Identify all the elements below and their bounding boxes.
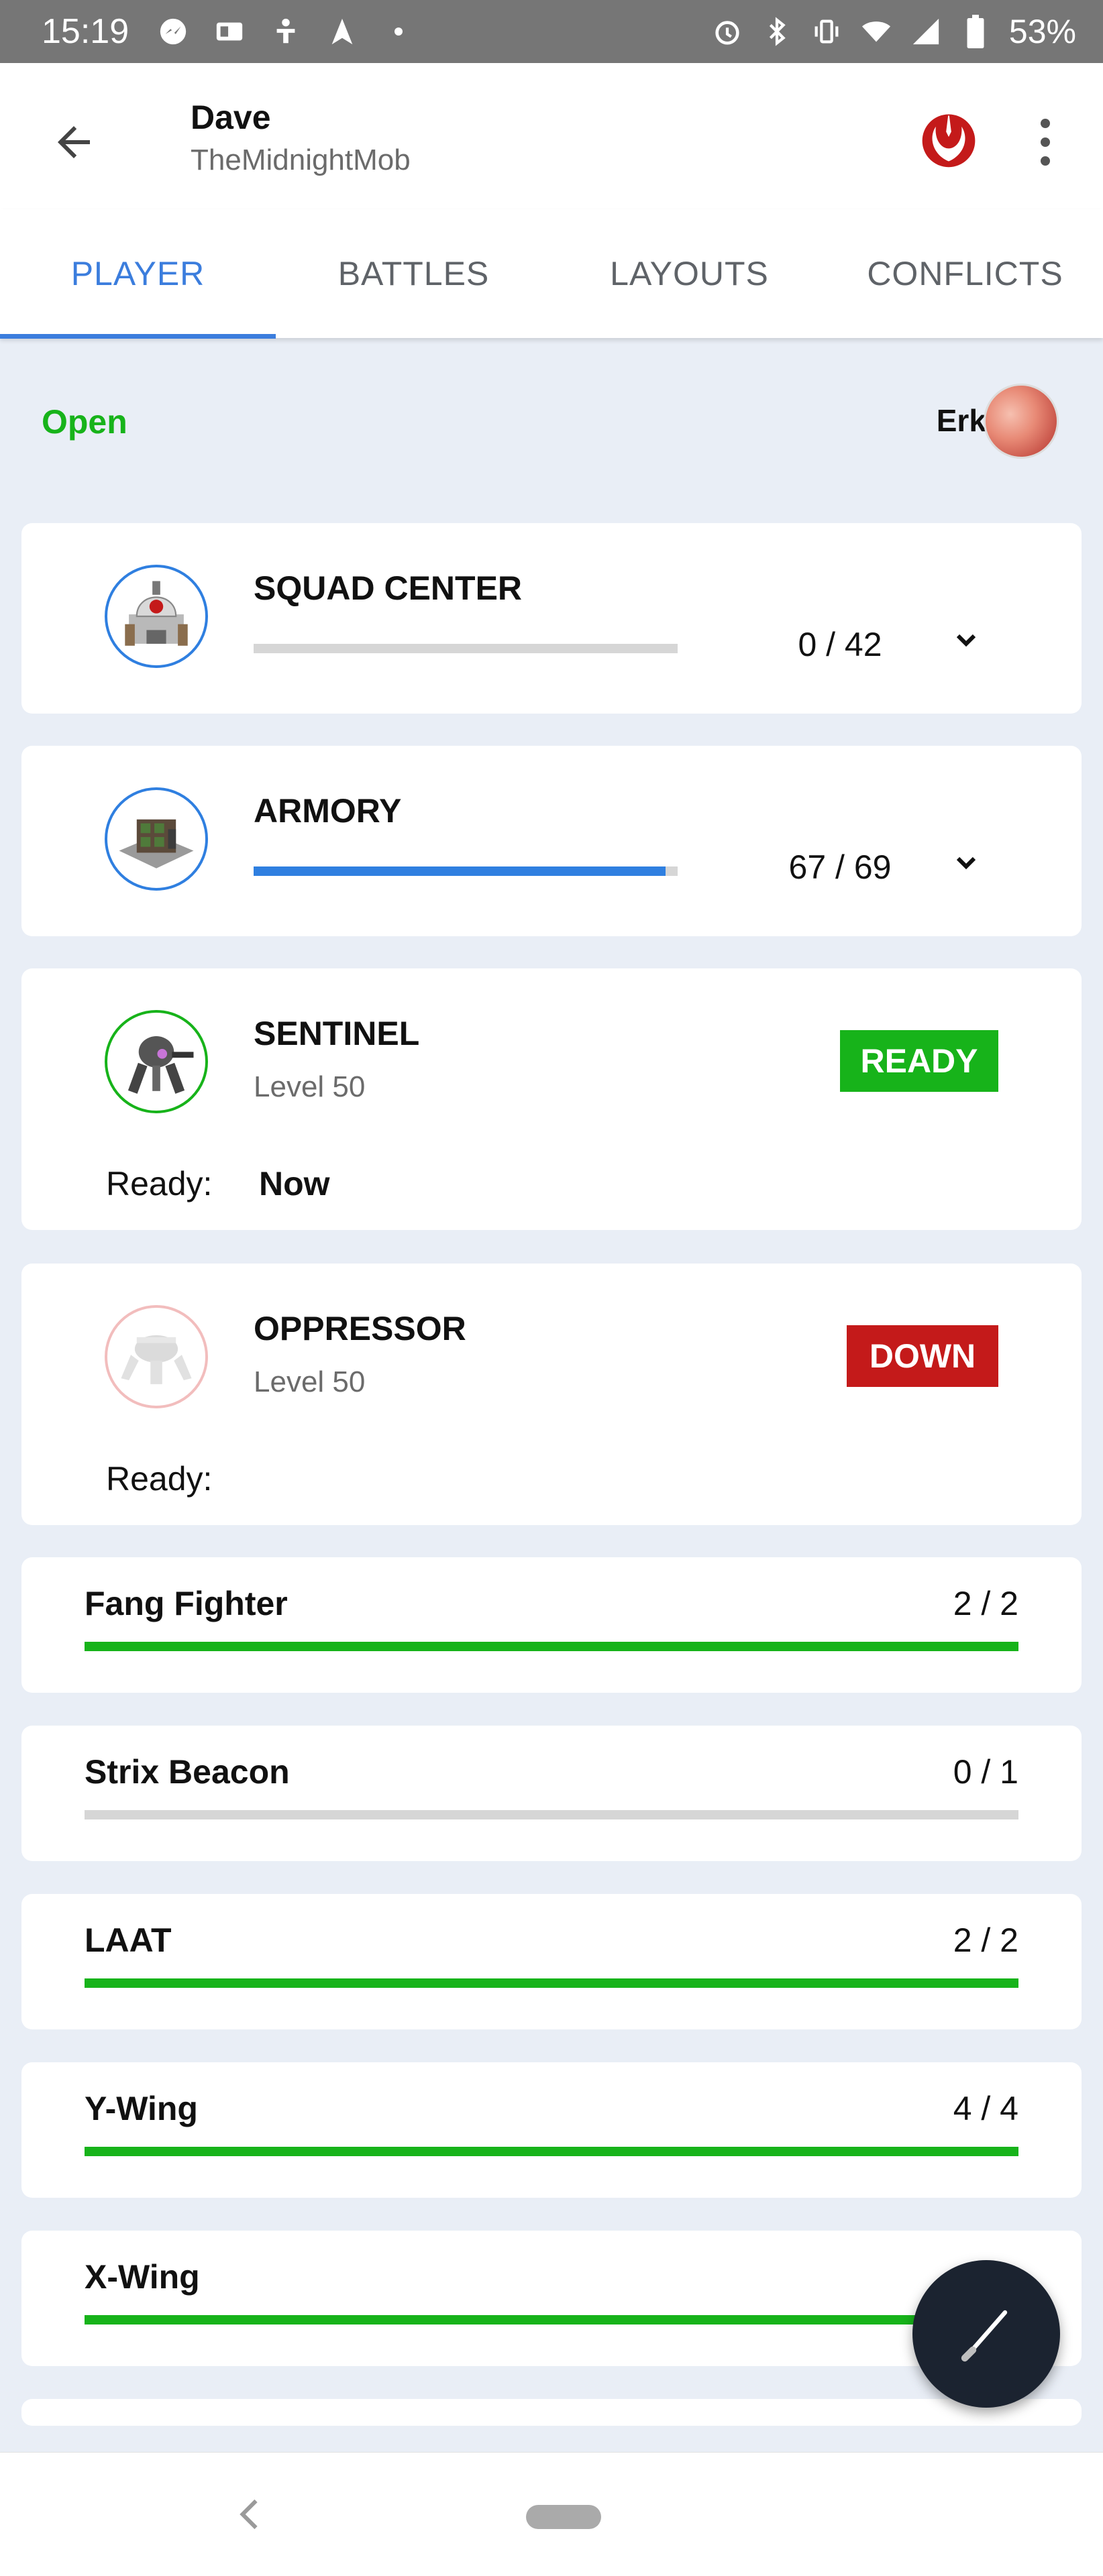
expand-chevron-icon[interactable] (947, 621, 985, 659)
owner-avatar[interactable] (984, 384, 1059, 459)
unit-progress-fill (85, 2147, 1018, 2156)
unit-progress-bar (85, 2315, 1018, 2325)
unit-count: 2 / 2 (953, 1585, 1018, 1622)
navigation-icon (326, 15, 358, 48)
unit-card: Fang Fighter 2 / 2 (21, 1557, 1082, 1693)
edit-fab-button[interactable] (912, 2260, 1060, 2408)
back-button[interactable] (42, 110, 106, 174)
ready-label: Ready: (106, 1165, 213, 1202)
unit-card: Y-Wing 4 / 4 (21, 2062, 1082, 2198)
unit-progress-fill (85, 2315, 1018, 2325)
nav-back-icon[interactable] (231, 2494, 271, 2534)
arrow-back-icon (58, 126, 90, 158)
status-badge-down: DOWN (847, 1325, 998, 1387)
unit-name: Y-Wing (85, 2090, 198, 2127)
nav-home-pill[interactable] (526, 2505, 601, 2529)
more-notifications-icon (382, 15, 415, 48)
unit-name: Fang Fighter (85, 1585, 288, 1622)
tab-conflicts[interactable]: CONFLICTS (827, 209, 1103, 338)
building-count: 0 / 42 (798, 626, 882, 663)
unit-card: LAAT 2 / 2 (21, 1894, 1082, 2029)
status-badge-ready: READY (840, 1030, 998, 1092)
unit-name: LAAT (85, 1921, 172, 1959)
unit-card: Strix Beacon 0 / 1 (21, 1726, 1082, 1861)
battery-icon (959, 15, 992, 48)
alarm-icon (711, 15, 743, 48)
messenger-icon (157, 15, 189, 48)
armory-icon (105, 787, 208, 891)
unit-progress-bar (85, 2147, 1018, 2156)
ready-value: Now (259, 1165, 330, 1202)
defense-level: Level 50 (254, 1365, 366, 1398)
building-progress-fill (254, 866, 666, 876)
player-name: Dave (191, 99, 271, 136)
accessibility-icon (270, 15, 302, 48)
status-label: Open (42, 403, 127, 441)
building-progress-bar (254, 866, 678, 876)
vibrate-icon (810, 15, 843, 48)
building-progress-bar (254, 644, 678, 653)
unit-name: X-Wing (85, 2258, 200, 2296)
expand-chevron-icon[interactable] (947, 844, 985, 881)
unit-progress-bar (85, 1810, 1018, 1819)
defense-card-sentinel: SENTINEL Level 50 READY Ready: Now (21, 968, 1082, 1230)
building-name: SQUAD CENTER (254, 569, 523, 607)
sentinel-icon (105, 1010, 208, 1113)
building-card-armory: ARMORY 67 / 69 (21, 746, 1082, 936)
app-bar: Dave TheMidnightMob (0, 63, 1103, 209)
overflow-menu-button[interactable] (1027, 110, 1064, 174)
rebel-alliance-icon (916, 106, 981, 170)
tab-layouts[interactable]: LAYOUTS (552, 209, 827, 338)
unit-count: 2 / 2 (953, 1921, 1018, 1959)
status-row: Open Erkit (0, 376, 1103, 469)
defense-name: SENTINEL (254, 1015, 420, 1052)
oppressor-icon (105, 1305, 208, 1408)
lightsaber-icon (961, 2310, 1008, 2362)
guild-name: TheMidnightMob (191, 144, 411, 176)
tab-indicator (0, 334, 276, 339)
unit-progress-bar (85, 1642, 1018, 1651)
status-bar: 15:19 53% (0, 0, 1103, 63)
tab-player[interactable]: PLAYER (0, 209, 276, 338)
unit-count: 4 / 4 (953, 2090, 1018, 2127)
system-nav-bar (0, 2452, 1103, 2576)
ready-label: Ready: (106, 1460, 213, 1498)
defense-name: OPPRESSOR (254, 1310, 466, 1347)
defense-level: Level 50 (254, 1070, 366, 1103)
unit-progress-fill (85, 1642, 1018, 1651)
wifi-icon (860, 15, 892, 48)
defense-card-oppressor: OPPRESSOR Level 50 DOWN Ready: (21, 1264, 1082, 1525)
building-card-squad-center: SQUAD CENTER 0 / 42 (21, 523, 1082, 714)
signal-icon (910, 15, 942, 48)
squad-center-icon (105, 565, 208, 668)
unit-count: 0 / 1 (953, 1753, 1018, 1791)
battery-percent: 53% (1008, 13, 1076, 50)
tab-bar: PLAYER BATTLES LAYOUTS CONFLICTS (0, 209, 1103, 339)
unit-progress-bar (85, 1978, 1018, 1988)
unit-card-partial (21, 2399, 1082, 2426)
bluetooth-icon (761, 15, 793, 48)
unit-progress-fill (85, 1978, 1018, 1988)
building-count: 67 / 69 (788, 848, 892, 886)
status-time: 15:19 (42, 12, 129, 51)
unit-name: Strix Beacon (85, 1753, 290, 1791)
building-name: ARMORY (254, 792, 402, 830)
tab-battles[interactable]: BATTLES (276, 209, 552, 338)
outlook-icon (213, 15, 246, 48)
